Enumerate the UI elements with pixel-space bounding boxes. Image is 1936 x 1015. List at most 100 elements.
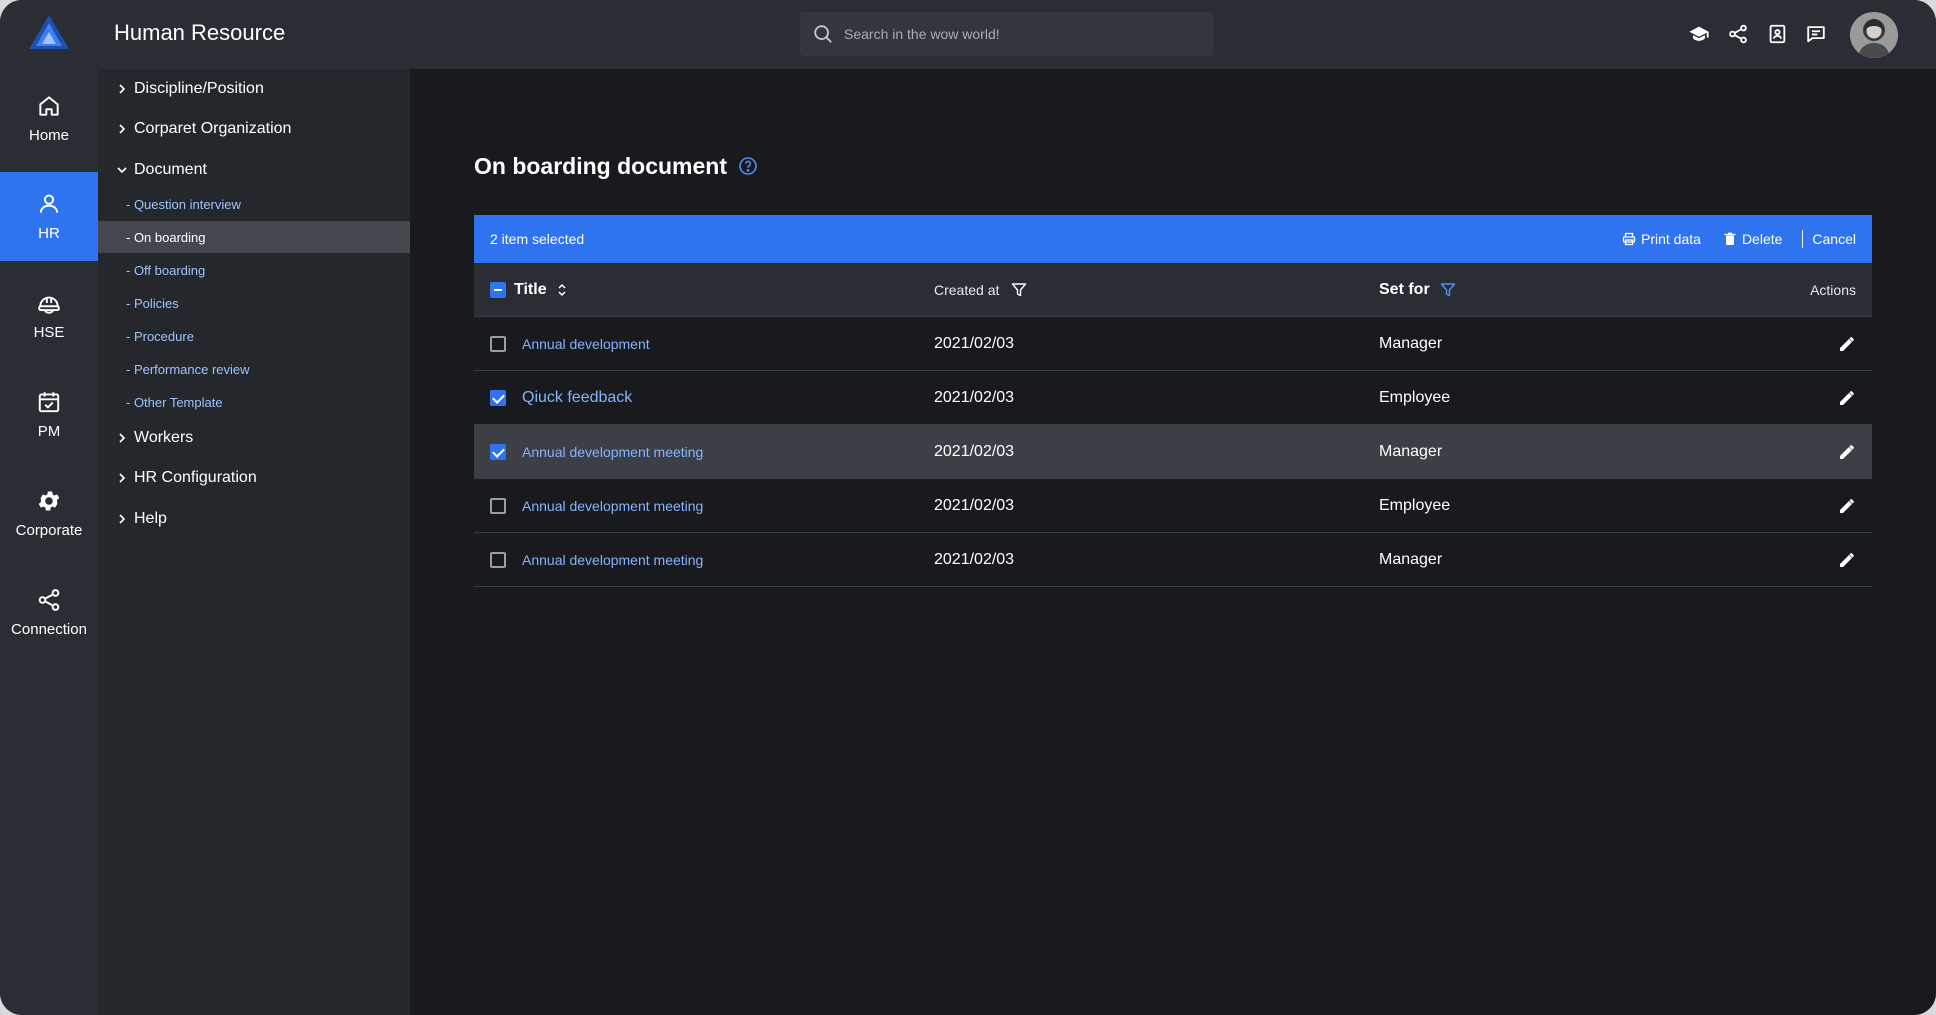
tree-node-help[interactable]: Help [98,504,410,534]
row-set-for: Employee [1379,497,1451,514]
rail-item-hr[interactable]: HR [0,172,98,261]
row-title-cell: Annual development meeting [490,533,703,587]
tree-node-discipline-position[interactable]: Discipline/Position [98,74,410,104]
table-row[interactable]: Annual development meeting 2021/02/03 Em… [474,479,1872,533]
tree-item-on-boarding[interactable]: - On boarding [98,221,410,253]
selection-bar: 2 item selected Print data Delete Cancel [474,215,1872,263]
row-created-at: 2021/02/03 [934,335,1015,352]
trash-icon [1724,232,1736,245]
app-title: Human Resource [114,20,286,45]
row-set-for-cell: Manager [1379,425,1442,479]
navigation-tree: Discipline/Position Corparet Organizatio… [98,69,410,1015]
tree-node-label: Workers [134,429,194,446]
contact-book-icon[interactable] [1766,23,1788,45]
avatar-image [1850,12,1898,58]
row-created-at: 2021/02/03 [934,443,1015,460]
print-data-button[interactable]: Print data [1622,231,1701,247]
tree-node-label: Corparet Organization [134,120,292,137]
tree-node-hr-configuration[interactable]: HR Configuration [98,463,410,493]
share-icon[interactable] [1727,23,1749,45]
row-title-link[interactable]: Annual development meeting [522,552,703,568]
table-row[interactable]: Annual development 2021/02/03 Manager [474,317,1872,371]
user-avatar[interactable] [1850,12,1898,58]
filter-active-icon[interactable] [1440,282,1456,298]
edit-icon[interactable] [1838,497,1856,515]
table-row[interactable]: Annual development meeting 2021/02/03 Ma… [474,425,1872,479]
row-title-cell: Annual development meeting [490,425,703,479]
row-title-link[interactable]: Annual development [522,336,650,352]
tree-node-corparet-organization[interactable]: Corparet Organization [98,114,410,144]
row-created-at: 2021/02/03 [934,497,1015,514]
row-title-link[interactable]: Annual development meeting [522,444,703,460]
tree-node-document[interactable]: Document [98,155,410,185]
table-row[interactable]: Qiuck feedback 2021/02/03 Employee [474,371,1872,425]
rail-item-connection[interactable]: Connection [0,568,98,656]
row-title-link[interactable]: Qiuck feedback [522,389,632,407]
tree-item-policies[interactable]: - Policies [98,287,410,319]
table-row[interactable]: Annual development meeting 2021/02/03 Ma… [474,533,1872,587]
rail-label: PM [37,422,61,440]
tree-item-performance-review[interactable]: - Performance review [98,353,410,385]
rail-item-corporate[interactable]: Corporate [0,469,98,557]
row-title-link[interactable]: Annual development meeting [522,498,703,514]
rail-label: Connection [11,620,87,638]
delete-button[interactable]: Delete [1723,231,1782,247]
row-set-for-cell: Manager [1379,317,1442,371]
tree-item-off-boarding[interactable]: - Off boarding [98,254,410,286]
cancel-label: Cancel [1812,231,1856,247]
rail-item-hse[interactable]: HSE [0,271,98,359]
message-icon[interactable] [1805,23,1827,45]
search-icon [814,25,832,43]
row-set-for-cell: Manager [1379,533,1442,587]
tree-item-procedure[interactable]: - Procedure [98,320,410,352]
share-icon [38,588,60,611]
selection-count: 2 item selected [490,231,585,247]
search-box[interactable] [800,12,1214,56]
row-created-at-cell: 2021/02/03 [934,317,1014,371]
row-checkbox[interactable] [490,390,506,406]
column-actions-label: Actions [1810,282,1856,298]
tree-item-other-template[interactable]: - Other Template [98,386,410,418]
edit-icon[interactable] [1838,389,1856,407]
row-title-cell: Annual development meeting [490,479,703,533]
search-input[interactable] [844,26,1204,42]
tree-item-question-interview[interactable]: - Question interview [98,188,410,220]
sort-icon[interactable] [555,283,569,297]
row-checkbox[interactable] [490,444,506,460]
delete-label: Delete [1741,231,1783,247]
top-bar: Human Resource [98,0,1936,69]
select-all-checkbox[interactable] [490,282,506,298]
gear-icon [38,490,60,511]
row-created-at-cell: 2021/02/03 [934,533,1014,587]
row-checkbox[interactable] [490,498,506,514]
rail-label: Home [28,126,69,144]
tree-node-label: Help [134,510,167,527]
graduation-cap-icon[interactable] [1688,23,1710,45]
rail-item-home[interactable]: Home [0,74,98,162]
main-content: On boarding document 2 item selected Pri… [410,69,1936,1015]
edit-icon[interactable] [1838,551,1856,569]
module-rail: Home HR HSE PM Corporate Connection [0,0,98,1015]
row-set-for-cell: Employee [1379,479,1450,533]
app-logo-icon[interactable] [28,14,70,50]
cancel-button[interactable]: Cancel [1812,231,1856,247]
row-created-at: 2021/02/03 [934,551,1015,568]
edit-icon[interactable] [1838,335,1856,353]
row-checkbox[interactable] [490,336,506,352]
help-icon[interactable] [738,156,758,176]
chevron-right-icon [119,124,126,134]
tree-node-label: Document [134,161,207,178]
filter-icon[interactable] [1011,282,1027,298]
row-created-at-cell: 2021/02/03 [934,479,1014,533]
column-set-for-label: Set for [1379,281,1430,298]
chevron-right-icon [119,514,126,524]
rail-item-pm[interactable]: PM [0,370,98,458]
column-created-at: Created at [934,263,1027,317]
column-title-label: Title [514,281,547,298]
row-checkbox[interactable] [490,552,506,568]
edit-icon[interactable] [1838,443,1856,461]
row-created-at: 2021/02/03 [934,389,1015,406]
tree-node-workers[interactable]: Workers [98,423,410,453]
documents-table: Title Created at Set for Actions Annual … [474,263,1872,587]
row-actions-cell [1838,317,1856,371]
